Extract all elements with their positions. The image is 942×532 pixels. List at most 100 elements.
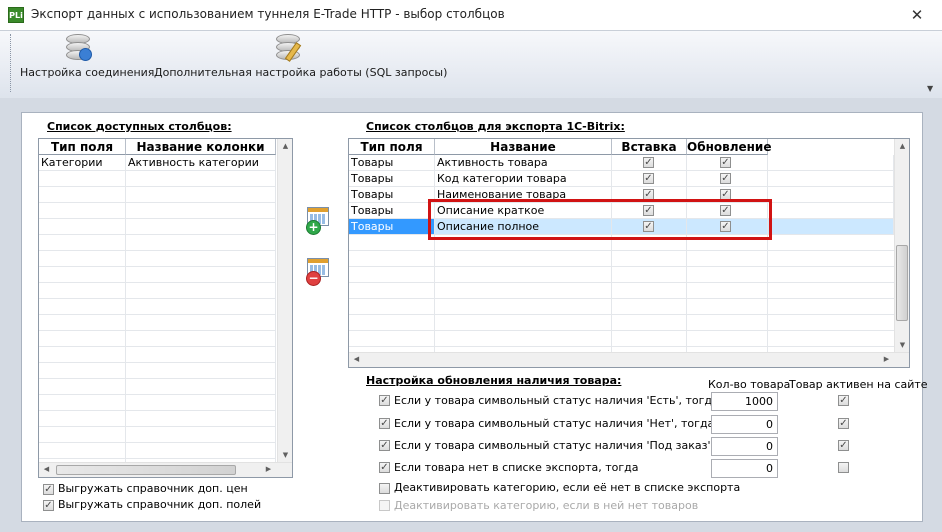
deactivate-missing-label: Деактивировать категорию, если её нет в … (394, 481, 741, 494)
export-row[interactable]: Товары Активность товара (349, 155, 894, 171)
export-empty-row (349, 267, 894, 283)
available-empty-row (39, 315, 276, 331)
available-row[interactable]: Категории Активность категории (39, 155, 276, 171)
minus-icon: − (306, 271, 321, 286)
export-header-insert[interactable]: Вставка (612, 139, 687, 155)
export-columns-grid[interactable]: Тип поля Название Вставка Обновление Тов… (348, 138, 910, 368)
export-cell-filler (768, 203, 894, 218)
sql-settings-button[interactable]: Дополнительная настройка работы (SQL зап… (154, 32, 447, 88)
availability-rule-label: Если у товара символьный статус наличия … (394, 417, 715, 430)
availability-rule-checkbox[interactable] (379, 462, 390, 473)
add-column-button[interactable]: + (305, 205, 333, 235)
availability-title: Настройка обновления наличия товара: (366, 374, 622, 387)
deactivate-empty-label: Деактивировать категорию, если в ней нет… (394, 499, 699, 512)
update-checkbox[interactable] (720, 157, 731, 168)
remove-column-button[interactable]: − (305, 256, 333, 286)
available-empty-row (39, 443, 276, 459)
qty-input[interactable]: 0 (711, 415, 778, 434)
available-empty-row (39, 395, 276, 411)
export-fields-label: Выгружать справочник доп. полей (58, 498, 262, 511)
available-empty-row (39, 203, 276, 219)
export-cell-type: Товары (349, 155, 435, 170)
scroll-right-icon[interactable]: ▶ (261, 462, 276, 477)
export-hscrollbar[interactable]: ◀ ▶ (349, 352, 909, 367)
active-on-site-checkbox[interactable] (838, 462, 849, 473)
export-cell-name: Активность товара (435, 155, 612, 170)
scroll-up-icon[interactable]: ▲ (895, 139, 909, 154)
export-empty-row (349, 251, 894, 267)
export-empty-row (349, 299, 894, 315)
deactivate-missing-checkbox[interactable] (379, 483, 390, 494)
export-cell-filler (768, 219, 894, 234)
export-fields-checkbox[interactable] (43, 500, 54, 511)
availability-rule-label: Если у товара символьный статус наличия … (394, 439, 751, 452)
availability-rule-label: Если товара нет в списке экспорта, тогда (394, 461, 639, 474)
toolbar-grip[interactable] (10, 34, 14, 92)
available-empty-row (39, 219, 276, 235)
export-cell-filler (768, 155, 894, 170)
active-on-site-checkbox[interactable] (838, 418, 849, 429)
close-button[interactable]: ✕ (908, 6, 926, 24)
scroll-left-icon[interactable]: ◀ (349, 352, 364, 367)
export-empty-row (349, 315, 894, 331)
export-cell-type: Товары (349, 171, 435, 186)
scroll-thumb[interactable] (896, 245, 908, 321)
export-row[interactable]: Товары Код категории товара (349, 171, 894, 187)
availability-rule-label: Если у товара символьный статус наличия … (394, 394, 719, 407)
available-columns-title: Список доступных столбцов: (47, 120, 232, 133)
available-header-type[interactable]: Тип поля (39, 139, 126, 155)
qty-input[interactable]: 0 (711, 437, 778, 456)
export-header-type[interactable]: Тип поля (349, 139, 435, 155)
plus-icon: + (306, 220, 321, 235)
qty-header: Кол-во товара (708, 378, 791, 391)
available-empty-row (39, 363, 276, 379)
insert-checkbox[interactable] (643, 173, 654, 184)
database-settings-icon (66, 34, 92, 62)
export-cell-insert (612, 155, 687, 170)
availability-rule-checkbox[interactable] (379, 440, 390, 451)
title-bar: PLi Экспорт данных с использованием тунн… (0, 0, 942, 30)
connection-settings-button[interactable]: Настройка соединения (20, 32, 154, 88)
available-empty-row (39, 299, 276, 315)
toolbar-overflow-icon[interactable]: ▼ (927, 84, 937, 94)
scroll-thumb[interactable] (56, 465, 236, 475)
export-prices-checkbox[interactable] (43, 484, 54, 495)
scroll-down-icon[interactable]: ▼ (278, 448, 292, 463)
export-empty-row (349, 283, 894, 299)
insert-checkbox[interactable] (643, 157, 654, 168)
available-empty-row (39, 427, 276, 443)
export-cell-type: Товары (349, 187, 435, 202)
update-checkbox[interactable] (720, 173, 731, 184)
available-cell-type: Категории (39, 155, 126, 170)
export-cell-filler (768, 171, 894, 186)
active-on-site-checkbox[interactable] (838, 395, 849, 406)
available-columns-grid[interactable]: Тип поля Название колонки Категории Акти… (38, 138, 293, 478)
available-empty-row (39, 251, 276, 267)
available-hscrollbar[interactable]: ◀ ▶ (39, 462, 292, 477)
export-cell-type: Товары (349, 203, 435, 218)
app-icon: PLi (8, 7, 24, 23)
scroll-up-icon[interactable]: ▲ (278, 139, 292, 154)
active-header: Товар активен на сайте (789, 378, 928, 391)
export-vscrollbar[interactable]: ▲ ▼ (894, 139, 909, 353)
qty-input[interactable]: 1000 (711, 392, 778, 411)
database-edit-icon (276, 34, 302, 62)
export-cell-update (687, 171, 768, 186)
export-header-update[interactable]: Обновление (687, 139, 771, 155)
export-prices-label: Выгружать справочник доп. цен (58, 482, 248, 495)
available-vscrollbar[interactable]: ▲ ▼ (277, 139, 292, 463)
qty-input[interactable]: 0 (711, 459, 778, 478)
availability-rule-checkbox[interactable] (379, 418, 390, 429)
available-empty-row (39, 171, 276, 187)
export-cell-type: Товары (349, 219, 435, 234)
scroll-right-icon[interactable]: ▶ (879, 352, 894, 367)
scroll-down-icon[interactable]: ▼ (895, 338, 909, 353)
connection-settings-label: Настройка соединения (20, 66, 155, 79)
availability-rule-checkbox[interactable] (379, 395, 390, 406)
export-header-name[interactable]: Название (435, 139, 612, 155)
available-empty-row (39, 187, 276, 203)
available-header-name[interactable]: Название колонки (126, 139, 276, 155)
active-on-site-checkbox[interactable] (838, 440, 849, 451)
available-empty-row (39, 347, 276, 363)
scroll-left-icon[interactable]: ◀ (39, 462, 54, 477)
